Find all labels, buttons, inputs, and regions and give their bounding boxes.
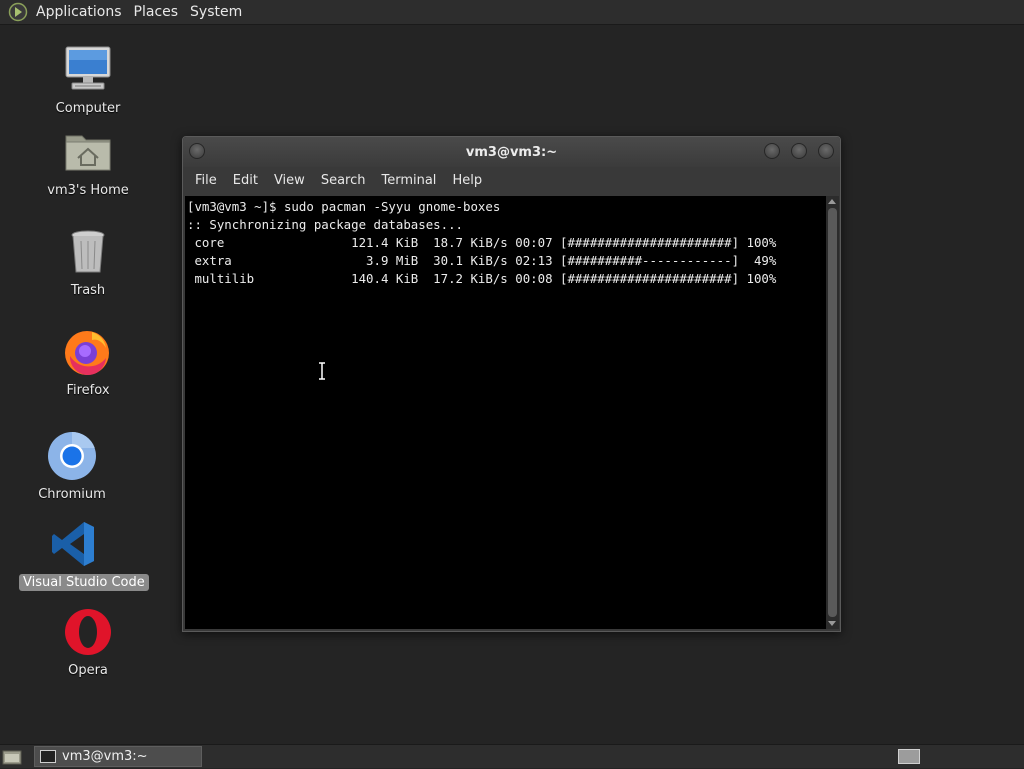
desktop-icon-label: Visual Studio Code [19, 574, 149, 591]
home-folder-icon [62, 126, 114, 178]
desktop-icon-chromium[interactable]: Chromium [17, 430, 127, 503]
window-titlebar[interactable]: vm3@vm3:~ [183, 137, 840, 167]
window-menu-icon[interactable] [189, 143, 205, 159]
distro-logo-icon[interactable] [8, 2, 28, 22]
desktop-icon-label: Chromium [38, 487, 106, 502]
desktop-icon-label: Trash [70, 283, 106, 298]
window-title: vm3@vm3:~ [465, 144, 558, 160]
close-icon[interactable] [818, 143, 834, 159]
desktop-icon-computer[interactable]: Computer [33, 44, 143, 117]
firefox-icon [62, 326, 114, 378]
menu-terminal[interactable]: Terminal [373, 167, 444, 195]
ibeam-cursor-icon [319, 362, 325, 380]
desktop-icon-opera[interactable]: Opera [33, 606, 143, 679]
show-desktop-icon[interactable] [2, 748, 22, 765]
taskbar-item-terminal[interactable]: vm3@vm3:~ [34, 746, 202, 767]
desktop-icon-label: Computer [55, 101, 121, 116]
terminal-line: core 121.4 KiB 18.7 KiB/s 00:07 [#######… [187, 235, 777, 250]
terminal-menubar: File Edit View Search Terminal Help [183, 167, 840, 195]
applications-menu[interactable]: Applications [30, 0, 128, 25]
menu-view[interactable]: View [266, 167, 313, 195]
opera-icon [62, 606, 114, 658]
vscode-icon [48, 518, 100, 570]
workspace-switcher[interactable] [898, 749, 920, 764]
maximize-icon[interactable] [791, 143, 807, 159]
desktop-icon-firefox[interactable]: Firefox [33, 326, 143, 399]
terminal-line: multilib 140.4 KiB 17.2 KiB/s 00:08 [###… [187, 271, 777, 286]
scroll-down-icon[interactable] [828, 621, 836, 626]
menu-edit[interactable]: Edit [225, 167, 266, 195]
places-menu[interactable]: Places [128, 0, 185, 25]
minimize-icon[interactable] [764, 143, 780, 159]
desktop-icon-vscode[interactable]: Visual Studio Code [19, 518, 149, 591]
taskbar-item-label: vm3@vm3:~ [62, 749, 148, 764]
terminal-text: [vm3@vm3 ~]$ sudo pacman -Syyu gnome-box… [185, 196, 826, 290]
terminal-line: [vm3@vm3 ~]$ sudo pacman -Syyu gnome-box… [187, 199, 501, 214]
terminal-icon [40, 750, 56, 763]
trash-icon [62, 226, 114, 278]
terminal-window[interactable]: vm3@vm3:~ File Edit View Search Terminal… [182, 136, 841, 632]
desktop-icon-trash[interactable]: Trash [33, 226, 143, 299]
top-panel: Applications Places System [0, 0, 1024, 25]
menu-file[interactable]: File [187, 167, 225, 195]
terminal-scrollbar[interactable] [826, 196, 839, 629]
bottom-panel: vm3@vm3:~ [0, 744, 1024, 768]
terminal-line: extra 3.9 MiB 30.1 KiB/s 02:13 [########… [187, 253, 777, 268]
desktop-icon-label: Firefox [66, 383, 110, 398]
terminal-output[interactable]: [vm3@vm3 ~]$ sudo pacman -Syyu gnome-box… [185, 196, 826, 629]
terminal-line: :: Synchronizing package databases... [187, 217, 464, 232]
computer-icon [62, 44, 114, 96]
menu-search[interactable]: Search [313, 167, 374, 195]
desktop-icon-label: Opera [68, 663, 108, 678]
system-menu[interactable]: System [184, 0, 248, 25]
scrollbar-thumb[interactable] [828, 208, 837, 617]
desktop-icon-home[interactable]: vm3's Home [33, 126, 143, 199]
desktop-icon-label: vm3's Home [47, 183, 129, 198]
chromium-icon [46, 430, 98, 482]
scroll-up-icon[interactable] [828, 199, 836, 204]
menu-help[interactable]: Help [444, 167, 490, 195]
